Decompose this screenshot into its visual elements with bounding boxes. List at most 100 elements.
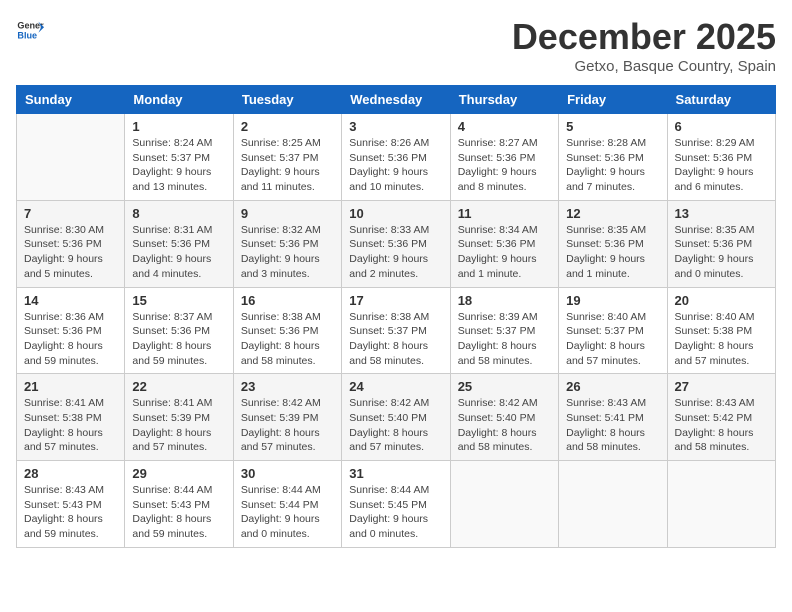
weekday-header-sunday: Sunday — [17, 86, 125, 114]
day-info: Sunrise: 8:30 AM Sunset: 5:36 PM Dayligh… — [24, 223, 117, 282]
day-number: 6 — [675, 119, 768, 134]
day-number: 30 — [241, 466, 334, 481]
day-info: Sunrise: 8:37 AM Sunset: 5:36 PM Dayligh… — [132, 310, 225, 369]
day-number: 31 — [349, 466, 442, 481]
week-row-4: 21 Sunrise: 8:41 AM Sunset: 5:38 PM Dayli… — [17, 374, 776, 461]
day-cell: 13Sunrise: 8:35 AM Sunset: 5:36 PM Dayli… — [667, 200, 775, 287]
day-cell: 20 Sunrise: 8:40 AM Sunset: 5:38 PM Dayli… — [667, 287, 775, 374]
day-info: Sunrise: 8:29 AM Sunset: 5:36 PM Dayligh… — [675, 136, 768, 195]
day-cell: 7 Sunrise: 8:30 AM Sunset: 5:36 PM Daylig… — [17, 200, 125, 287]
day-number: 2 — [241, 119, 334, 134]
day-number: 24 — [349, 379, 442, 394]
day-cell — [450, 461, 558, 548]
day-info: Sunrise: 8:35 AM Sunset: 5:36 PM Dayligh… — [566, 223, 659, 282]
weekday-header-tuesday: Tuesday — [233, 86, 341, 114]
day-info: Sunrise: 8:26 AM Sunset: 5:36 PM Dayligh… — [349, 136, 442, 195]
page-header: General Blue December 2025 Getxo, Basque… — [16, 16, 776, 75]
day-cell — [17, 114, 125, 201]
day-cell: 10Sunrise: 8:33 AM Sunset: 5:36 PM Dayli… — [342, 200, 450, 287]
day-info: Sunrise: 8:41 AM Sunset: 5:38 PM Dayligh… — [24, 396, 117, 455]
day-cell: 30 Sunrise: 8:44 AM Sunset: 5:44 PM Dayli… — [233, 461, 341, 548]
day-number: 18 — [458, 293, 551, 308]
day-cell: 26Sunrise: 8:43 AM Sunset: 5:41 PM Dayli… — [559, 374, 667, 461]
day-number: 7 — [24, 206, 117, 221]
day-info: Sunrise: 8:38 AM Sunset: 5:37 PM Dayligh… — [349, 310, 442, 369]
day-cell — [667, 461, 775, 548]
day-cell — [559, 461, 667, 548]
day-cell: 9Sunrise: 8:32 AM Sunset: 5:36 PM Daylig… — [233, 200, 341, 287]
location-title: Getxo, Basque Country, Spain — [512, 58, 776, 75]
day-number: 13 — [675, 206, 768, 221]
day-info: Sunrise: 8:41 AM Sunset: 5:39 PM Dayligh… — [132, 396, 225, 455]
day-info: Sunrise: 8:31 AM Sunset: 5:36 PM Dayligh… — [132, 223, 225, 282]
day-info: Sunrise: 8:42 AM Sunset: 5:40 PM Dayligh… — [349, 396, 442, 455]
day-number: 3 — [349, 119, 442, 134]
weekday-header-wednesday: Wednesday — [342, 86, 450, 114]
day-info: Sunrise: 8:40 AM Sunset: 5:38 PM Dayligh… — [675, 310, 768, 369]
svg-text:Blue: Blue — [17, 30, 37, 40]
day-number: 28 — [24, 466, 117, 481]
day-number: 12 — [566, 206, 659, 221]
day-cell: 16 Sunrise: 8:38 AM Sunset: 5:36 PM Dayli… — [233, 287, 341, 374]
day-number: 16 — [241, 293, 334, 308]
day-info: Sunrise: 8:44 AM Sunset: 5:44 PM Dayligh… — [241, 483, 334, 542]
day-cell: 4 Sunrise: 8:27 AM Sunset: 5:36 PM Daylig… — [450, 114, 558, 201]
day-info: Sunrise: 8:42 AM Sunset: 5:40 PM Dayligh… — [458, 396, 551, 455]
logo: General Blue — [16, 16, 44, 44]
day-number: 23 — [241, 379, 334, 394]
svg-text:General: General — [17, 21, 44, 31]
day-info: Sunrise: 8:39 AM Sunset: 5:37 PM Dayligh… — [458, 310, 551, 369]
day-info: Sunrise: 8:44 AM Sunset: 5:43 PM Dayligh… — [132, 483, 225, 542]
day-number: 4 — [458, 119, 551, 134]
day-number: 8 — [132, 206, 225, 221]
day-cell: 25Sunrise: 8:42 AM Sunset: 5:40 PM Dayli… — [450, 374, 558, 461]
day-cell: 22 Sunrise: 8:41 AM Sunset: 5:39 PM Dayli… — [125, 374, 233, 461]
day-info: Sunrise: 8:42 AM Sunset: 5:39 PM Dayligh… — [241, 396, 334, 455]
week-row-3: 14 Sunrise: 8:36 AM Sunset: 5:36 PM Dayli… — [17, 287, 776, 374]
day-number: 14 — [24, 293, 117, 308]
day-number: 29 — [132, 466, 225, 481]
day-cell: 11 Sunrise: 8:34 AM Sunset: 5:36 PM Dayli… — [450, 200, 558, 287]
day-cell: 17 Sunrise: 8:38 AM Sunset: 5:37 PM Dayli… — [342, 287, 450, 374]
day-info: Sunrise: 8:24 AM Sunset: 5:37 PM Dayligh… — [132, 136, 225, 195]
day-number: 15 — [132, 293, 225, 308]
day-info: Sunrise: 8:44 AM Sunset: 5:45 PM Dayligh… — [349, 483, 442, 542]
day-number: 1 — [132, 119, 225, 134]
day-cell: 28 Sunrise: 8:43 AM Sunset: 5:43 PM Dayli… — [17, 461, 125, 548]
day-info: Sunrise: 8:27 AM Sunset: 5:36 PM Dayligh… — [458, 136, 551, 195]
day-cell: 6 Sunrise: 8:29 AM Sunset: 5:36 PM Daylig… — [667, 114, 775, 201]
day-cell: 15 Sunrise: 8:37 AM Sunset: 5:36 PM Dayli… — [125, 287, 233, 374]
day-info: Sunrise: 8:25 AM Sunset: 5:37 PM Dayligh… — [241, 136, 334, 195]
day-cell: 1 Sunrise: 8:24 AM Sunset: 5:37 PM Daylig… — [125, 114, 233, 201]
week-row-2: 7 Sunrise: 8:30 AM Sunset: 5:36 PM Daylig… — [17, 200, 776, 287]
weekday-header-saturday: Saturday — [667, 86, 775, 114]
day-number: 21 — [24, 379, 117, 394]
logo-icon: General Blue — [16, 16, 44, 44]
day-number: 26 — [566, 379, 659, 394]
day-number: 11 — [458, 206, 551, 221]
day-cell: 23 Sunrise: 8:42 AM Sunset: 5:39 PM Dayli… — [233, 374, 341, 461]
day-cell: 3 Sunrise: 8:26 AM Sunset: 5:36 PM Daylig… — [342, 114, 450, 201]
day-cell: 19 Sunrise: 8:40 AM Sunset: 5:37 PM Dayli… — [559, 287, 667, 374]
day-number: 5 — [566, 119, 659, 134]
calendar-table: SundayMondayTuesdayWednesdayThursdayFrid… — [16, 85, 776, 548]
day-cell: 27Sunrise: 8:43 AM Sunset: 5:42 PM Dayli… — [667, 374, 775, 461]
title-area: December 2025 Getxo, Basque Country, Spa… — [512, 16, 776, 75]
month-title: December 2025 — [512, 16, 776, 58]
day-cell: 12 Sunrise: 8:35 AM Sunset: 5:36 PM Dayli… — [559, 200, 667, 287]
day-info: Sunrise: 8:33 AM Sunset: 5:36 PM Dayligh… — [349, 223, 442, 282]
day-number: 20 — [675, 293, 768, 308]
day-info: Sunrise: 8:36 AM Sunset: 5:36 PM Dayligh… — [24, 310, 117, 369]
weekday-header-monday: Monday — [125, 86, 233, 114]
day-info: Sunrise: 8:34 AM Sunset: 5:36 PM Dayligh… — [458, 223, 551, 282]
day-cell: 5Sunrise: 8:28 AM Sunset: 5:36 PM Daylig… — [559, 114, 667, 201]
day-number: 17 — [349, 293, 442, 308]
day-cell: 2 Sunrise: 8:25 AM Sunset: 5:37 PM Daylig… — [233, 114, 341, 201]
day-number: 22 — [132, 379, 225, 394]
day-info: Sunrise: 8:38 AM Sunset: 5:36 PM Dayligh… — [241, 310, 334, 369]
day-number: 19 — [566, 293, 659, 308]
day-info: Sunrise: 8:40 AM Sunset: 5:37 PM Dayligh… — [566, 310, 659, 369]
week-row-1: 1 Sunrise: 8:24 AM Sunset: 5:37 PM Daylig… — [17, 114, 776, 201]
day-cell: 29 Sunrise: 8:44 AM Sunset: 5:43 PM Dayli… — [125, 461, 233, 548]
day-info: Sunrise: 8:43 AM Sunset: 5:43 PM Dayligh… — [24, 483, 117, 542]
